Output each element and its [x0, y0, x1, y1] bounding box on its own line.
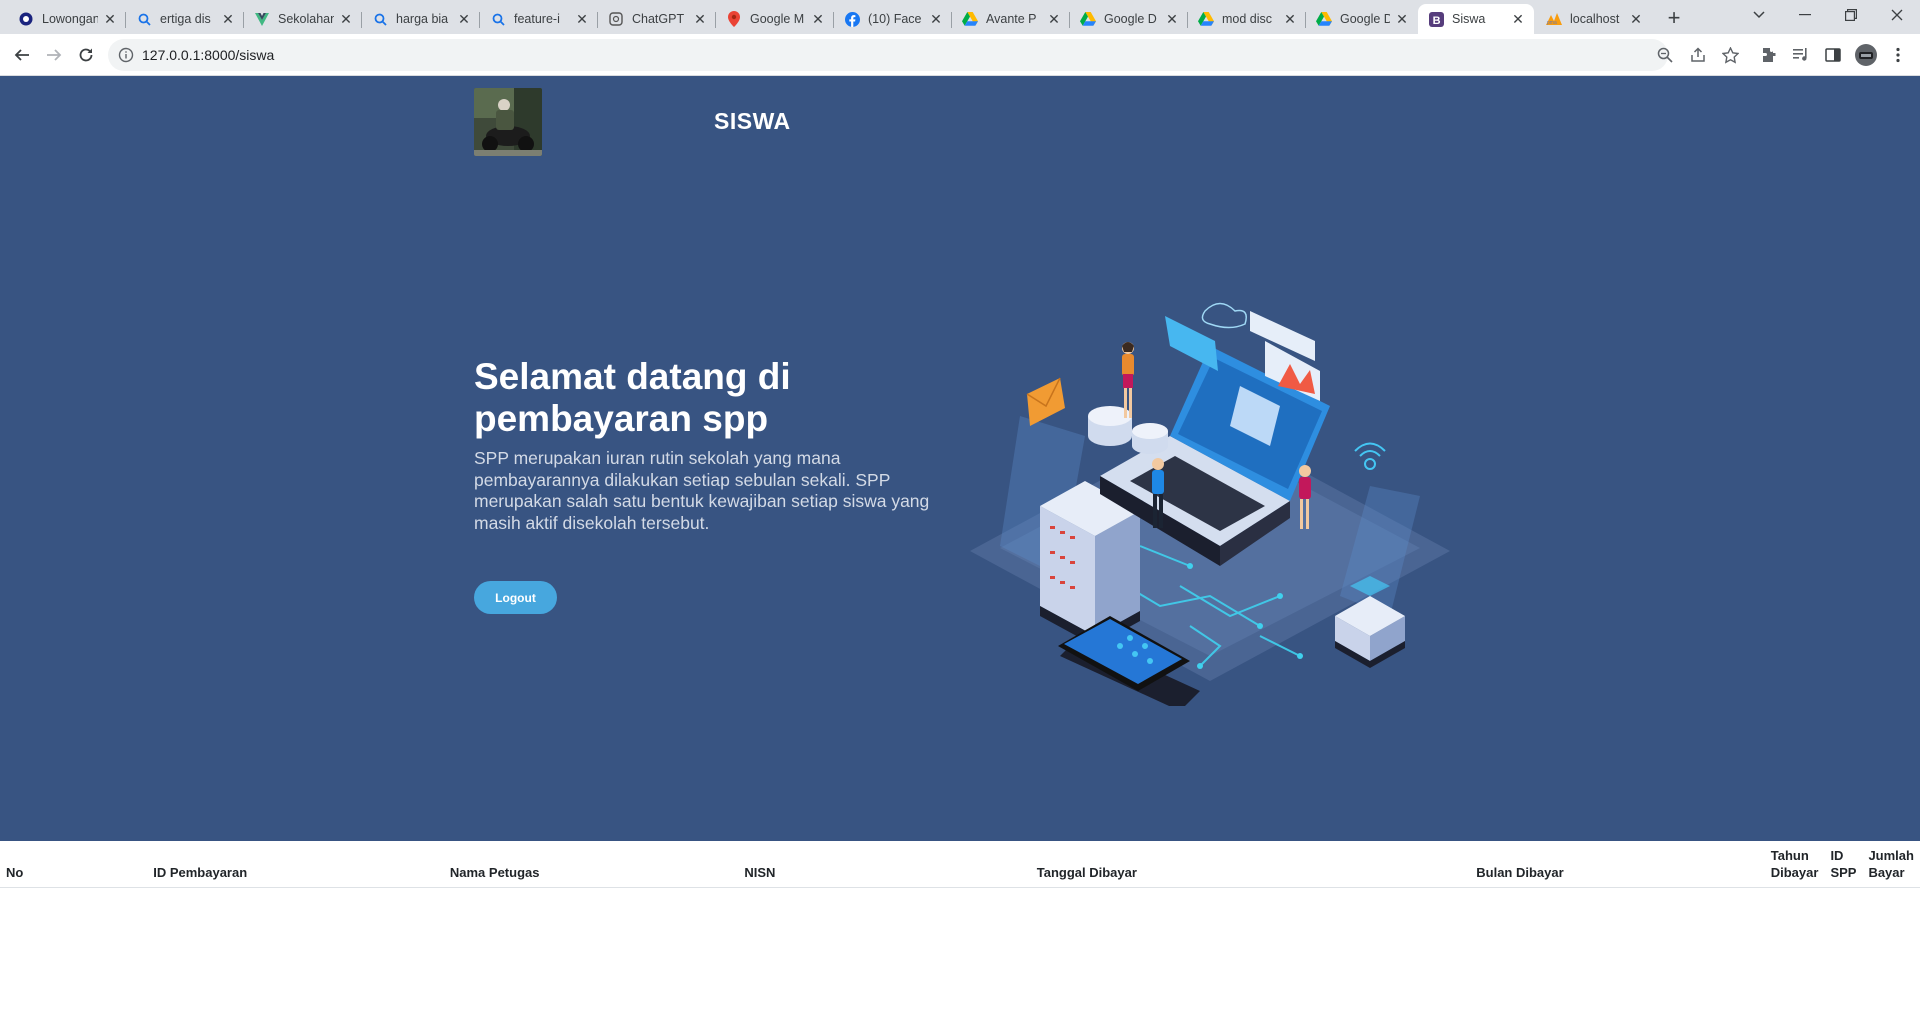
column-header-jumlah-bayar: Jumlah Bayar [1862, 841, 1920, 888]
zoom-icon[interactable] [1655, 45, 1675, 65]
media-control-icon[interactable] [1791, 45, 1811, 65]
close-icon[interactable]: ✕ [1046, 11, 1062, 27]
hero-illustration [970, 302, 1450, 706]
profile-avatar-icon[interactable] [1854, 44, 1878, 66]
close-icon[interactable]: ✕ [1510, 11, 1526, 27]
facebook-icon [844, 11, 860, 27]
maps-icon [726, 11, 742, 27]
browser-tab[interactable]: Google D ✕ [1070, 4, 1188, 34]
chatgpt-icon [608, 11, 624, 27]
drive-icon [962, 11, 978, 27]
browser-tab[interactable]: feature-i ✕ [480, 4, 598, 34]
hero-headline: Selamat datang di pembayaran spp [474, 356, 791, 439]
bootstrap-icon: B [1428, 11, 1444, 27]
svg-text:pma: pma [1547, 20, 1557, 25]
close-icon[interactable]: ✕ [456, 11, 472, 27]
drive-icon [1080, 11, 1096, 27]
close-icon[interactable]: ✕ [692, 11, 708, 27]
column-header-tahun-dibayar: Tahun Dibayar [1764, 841, 1825, 888]
column-header-tanggal-dibayar: Tanggal Dibayar [1030, 841, 1471, 888]
tab-title: mod disc [1222, 12, 1273, 26]
column-header-id-spp: ID SPP [1824, 841, 1863, 888]
browser-tab-strip: Lowongan ✕ ertiga dis ✕ Sekolahan ✕ harg… [0, 0, 1920, 34]
close-icon[interactable]: ✕ [338, 11, 354, 27]
brand-title: SISWA [714, 108, 791, 134]
tab-title: Google M [750, 12, 805, 26]
close-icon[interactable]: ✕ [574, 11, 590, 27]
tab-title: ChatGPT [632, 12, 685, 26]
browser-tab[interactable]: harga bia ✕ [362, 4, 480, 34]
table-header-row: No ID Pembayaran Nama Petugas NISN Tangg… [0, 841, 1920, 888]
browser-tab[interactable]: Google D ✕ [1306, 4, 1418, 34]
info-icon[interactable] [118, 47, 134, 63]
browser-toolbar: 127.0.0.1:8000/siswa [0, 34, 1920, 76]
browser-tab[interactable]: Lowongan ✕ [8, 4, 126, 34]
svg-text:B: B [1432, 14, 1440, 26]
side-panel-icon[interactable] [1823, 45, 1843, 65]
share-icon[interactable] [1688, 45, 1708, 65]
tab-title: Siswa [1452, 12, 1486, 26]
extensions-icon[interactable] [1759, 45, 1779, 65]
close-icon[interactable]: ✕ [928, 11, 944, 27]
browser-tab[interactable]: Sekolahan ✕ [244, 4, 362, 34]
browser-tab[interactable]: ChatGPT ✕ [598, 4, 716, 34]
restore-button[interactable] [1828, 0, 1874, 30]
browser-tab[interactable]: Google M ✕ [716, 4, 834, 34]
logout-button[interactable]: Logout [474, 581, 557, 614]
new-tab-button[interactable]: + [1660, 4, 1688, 32]
globe-icon [18, 11, 34, 27]
browser-tab-active[interactable]: B Siswa ✕ [1418, 4, 1534, 34]
minimize-button[interactable] [1782, 0, 1828, 30]
browser-tab[interactable]: mod disc ✕ [1188, 4, 1306, 34]
close-icon[interactable]: ✕ [220, 11, 236, 27]
close-icon[interactable]: ✕ [1628, 11, 1644, 27]
tab-title: Avante P [986, 12, 1037, 26]
tab-title: Sekolahan [278, 12, 334, 26]
column-header-bulan-dibayar: Bulan Dibayar [1470, 841, 1765, 888]
vue-icon [254, 11, 270, 27]
search-icon [372, 11, 388, 27]
tab-title: Lowongan [42, 12, 98, 26]
back-button[interactable] [8, 41, 36, 69]
phpmyadmin-icon: pma [1546, 11, 1562, 27]
tab-title: Google D [1340, 12, 1390, 26]
hero-description: SPP merupakan iuran rutin sekolah yang m… [474, 448, 930, 533]
column-header-no: No [0, 841, 148, 888]
close-icon[interactable]: ✕ [1164, 11, 1180, 27]
user-avatar [474, 88, 542, 156]
hero-section: SISWA Selamat datang di pembayaran spp S… [0, 76, 1920, 841]
forward-button[interactable] [40, 41, 68, 69]
tab-search-icon[interactable] [1736, 0, 1782, 30]
close-window-button[interactable] [1874, 0, 1920, 30]
address-bar[interactable]: 127.0.0.1:8000/siswa [108, 39, 1668, 71]
url-text: 127.0.0.1:8000/siswa [142, 47, 275, 63]
drive-icon [1198, 11, 1214, 27]
browser-tab[interactable]: ertiga dis ✕ [126, 4, 244, 34]
bookmark-star-icon[interactable] [1720, 45, 1740, 65]
search-icon [136, 11, 152, 27]
drive-icon [1316, 11, 1332, 27]
close-icon[interactable]: ✕ [102, 11, 118, 27]
reload-button[interactable] [72, 41, 100, 69]
tab-title: feature-i [514, 12, 560, 26]
tab-title: localhost [1570, 12, 1620, 26]
column-header-nama-petugas: Nama Petugas [443, 841, 739, 888]
payments-table: No ID Pembayaran Nama Petugas NISN Tangg… [0, 841, 1920, 888]
search-icon [490, 11, 506, 27]
payments-table-section: No ID Pembayaran Nama Petugas NISN Tangg… [0, 841, 1920, 1033]
tab-title: ertiga dis [160, 12, 211, 26]
tab-title: (10) Face [868, 12, 922, 26]
browser-tab[interactable]: Avante P ✕ [952, 4, 1070, 34]
close-icon[interactable]: ✕ [1282, 11, 1298, 27]
column-header-nisn: NISN [738, 841, 1031, 888]
tab-title: Google D [1104, 12, 1157, 26]
close-icon[interactable]: ✕ [1394, 11, 1410, 27]
browser-tab[interactable]: pma localhost ✕ [1536, 4, 1652, 34]
column-header-id-pembayaran: ID Pembayaran [147, 841, 444, 888]
menu-kebab-icon[interactable] [1888, 45, 1908, 65]
browser-tab[interactable]: (10) Face ✕ [834, 4, 952, 34]
tab-title: harga bia [396, 12, 449, 26]
close-icon[interactable]: ✕ [810, 11, 826, 27]
